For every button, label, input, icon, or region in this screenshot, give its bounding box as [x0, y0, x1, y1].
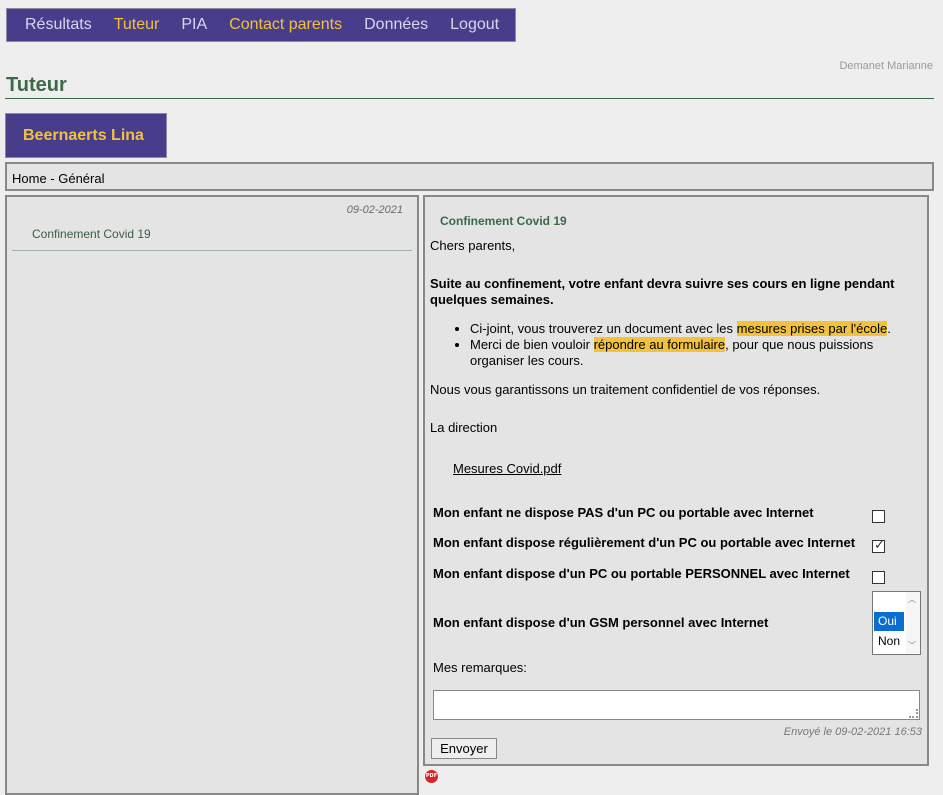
confidentiality-note: Nous vous garantissons un traitement con…: [430, 382, 821, 397]
current-user-name: Demanet Marianne: [839, 60, 933, 72]
scroll-up-icon[interactable]: ︿: [908, 595, 916, 605]
pdf-icon[interactable]: PDF: [425, 770, 438, 783]
title-divider: [5, 98, 934, 99]
nav-tuteur[interactable]: Tuteur: [114, 8, 160, 42]
checkbox-no-pc[interactable]: [872, 510, 885, 523]
message-intro: Suite au confinement, votre enfant devra…: [430, 276, 895, 307]
remarks-input[interactable]: [433, 690, 920, 720]
message-detail-panel: Confinement Covid 19 Chers parents, Suit…: [423, 195, 929, 766]
listbox-scrollbar[interactable]: ︿ ﹀: [906, 592, 920, 654]
checkbox-personal-pc[interactable]: [872, 571, 885, 584]
nav-donnees[interactable]: Données: [364, 8, 428, 42]
top-navigation: Résultats Tuteur PIA Contact parents Don…: [6, 8, 516, 42]
question-regular-pc: Mon enfant dispose régulièrement d'un PC…: [433, 535, 856, 550]
bullet-text-end: .: [887, 321, 891, 336]
message-greeting: Chers parents,: [430, 238, 516, 253]
resize-grip-icon[interactable]: [909, 709, 918, 718]
highlighted-text: mesures prises par l'école: [736, 321, 888, 336]
scroll-down-icon[interactable]: ﹀: [908, 641, 916, 651]
gsm-option-empty[interactable]: [874, 592, 904, 611]
nav-contact-parents[interactable]: Contact parents: [229, 8, 342, 42]
list-item: Merci de bien vouloir répondre au formul…: [470, 337, 900, 369]
sent-timestamp: Envoyé le 09-02-2021 16:53: [783, 726, 922, 738]
nav-pia[interactable]: PIA: [181, 8, 207, 42]
question-no-pc: Mon enfant ne dispose PAS d'un PC ou por…: [433, 505, 814, 520]
gsm-select[interactable]: Oui Non ︿ ﹀: [872, 591, 921, 655]
send-button[interactable]: Envoyer: [431, 738, 497, 759]
message-list-item[interactable]: Confinement Covid 19: [32, 227, 151, 241]
message-date: 09-02-2021: [346, 204, 403, 216]
gsm-option-oui[interactable]: Oui: [874, 612, 904, 631]
nav-resultats[interactable]: Résultats: [25, 8, 92, 42]
signature: La direction: [430, 420, 498, 435]
attachment-link[interactable]: Mesures Covid.pdf: [453, 461, 561, 476]
message-subject: Confinement Covid 19: [440, 214, 567, 228]
checkmark-icon: ✓: [874, 537, 885, 552]
checkbox-regular-pc[interactable]: ✓: [872, 537, 885, 553]
list-divider: [12, 250, 412, 251]
bullet-text: Merci de bien vouloir: [470, 337, 594, 352]
gsm-option-non[interactable]: Non: [874, 632, 904, 651]
question-personal-pc: Mon enfant dispose d'un PC ou portable P…: [433, 566, 850, 581]
remarks-label: Mes remarques:: [433, 660, 527, 675]
question-gsm: Mon enfant dispose d'un GSM personnel av…: [433, 615, 769, 630]
nav-logout[interactable]: Logout: [450, 8, 499, 42]
message-list-panel: 09-02-2021 Confinement Covid 19: [5, 195, 419, 795]
breadcrumb: Home - Général: [5, 162, 934, 191]
list-item: Ci-joint, vous trouverez un document ave…: [470, 321, 900, 337]
message-bullet-list: Ci-joint, vous trouverez un document ave…: [430, 321, 900, 369]
highlighted-text: répondre au formulaire: [593, 337, 726, 352]
student-tab[interactable]: Beernaerts Lina: [5, 113, 167, 158]
page-title: Tuteur: [6, 74, 67, 96]
bullet-text: Ci-joint, vous trouverez un document ave…: [470, 321, 737, 336]
